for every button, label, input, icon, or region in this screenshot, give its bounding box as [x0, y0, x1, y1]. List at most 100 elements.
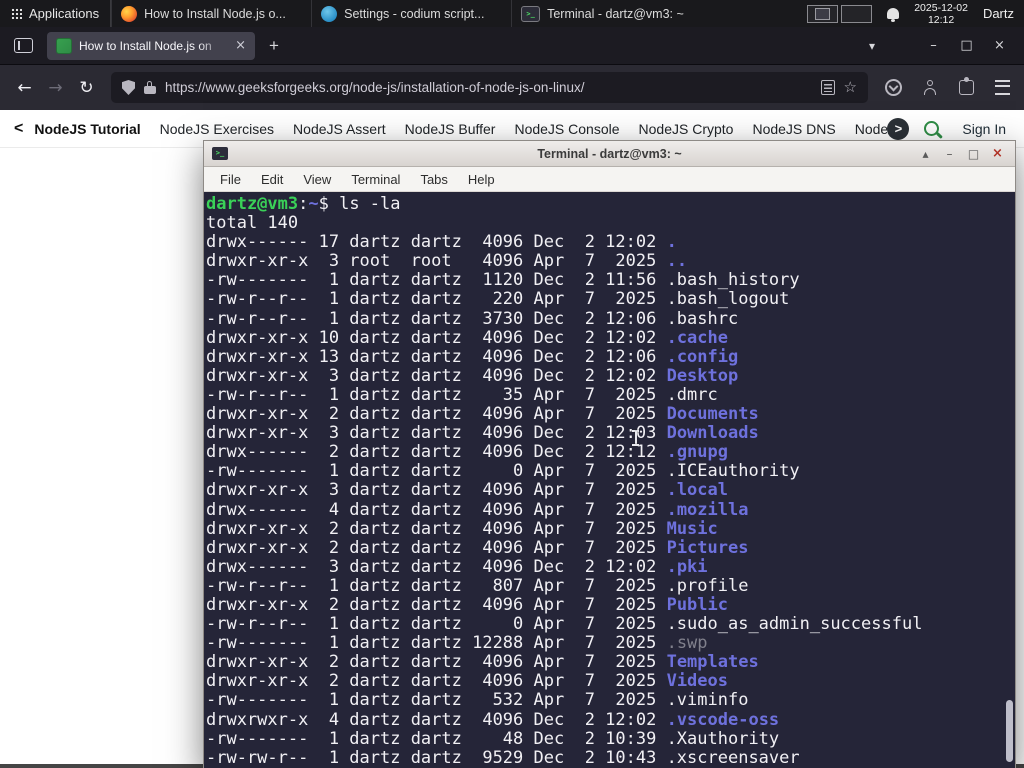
terminal-menu-tabs[interactable]: Tabs [410, 172, 457, 187]
terminal-line: drwxr-xr-x 2 dartz dartz 4096 Apr 7 2025… [206, 652, 759, 673]
terminal-line: drwx------ 3 dartz dartz 4096 Dec 2 12:0… [206, 556, 708, 577]
terminal-maximize-button[interactable]: □ [965, 147, 982, 161]
terminal-content[interactable]: dartz@vm3:~$ ls -la total 140 drwx------ 1… [204, 192, 1015, 768]
url-text[interactable]: https://www.geeksforgeeks.org/node-js/in… [165, 80, 812, 95]
terminal-line: -rw-r--r-- 1 dartz dartz 807 Apr 7 2025 … [206, 575, 749, 596]
terminal-line: -rw------- 1 dartz dartz 532 Apr 7 2025 … [206, 690, 749, 711]
site-nav-item[interactable]: NodeJS Buffer [405, 121, 496, 137]
terminal-menu-file[interactable]: File [210, 172, 251, 187]
applications-menu-button[interactable]: Applications [0, 0, 110, 27]
taskbar-item-codium[interactable]: Settings - codium script... [311, 0, 511, 27]
terminal-line: drwx------ 4 dartz dartz 4096 Apr 7 2025… [206, 499, 749, 520]
terminal-line: -rw-r--r-- 1 dartz dartz 220 Apr 7 2025 … [206, 289, 790, 310]
terminal-line: drwxrwxr-x 4 dartz dartz 4096 Dec 2 12:0… [206, 709, 780, 730]
nav-scroll-right-button[interactable]: > [887, 117, 910, 140]
terminal-close-button[interactable]: × [989, 146, 1006, 161]
workspace-1[interactable] [807, 4, 839, 23]
taskbar-item-label: How to Install Node.js o... [144, 6, 286, 21]
extensions-icon[interactable] [959, 77, 974, 95]
terminal-line: dartz@vm3:~$ ls -la [206, 194, 401, 214]
codium-icon [321, 5, 338, 22]
terminal-line: drwx------ 2 dartz dartz 4096 Dec 2 12:1… [206, 442, 728, 463]
window-close-button[interactable]: × [983, 38, 1016, 53]
lock-icon[interactable] [144, 80, 156, 95]
terminal-line: drwxr-xr-x 3 dartz dartz 4096 Apr 7 2025… [206, 480, 728, 501]
terminal-line: -rw------- 1 dartz dartz 12288 Apr 7 202… [206, 633, 708, 654]
terminal-title: Terminal - dartz@vm3: ~ [537, 146, 682, 161]
browser-window-controls: – □ × [917, 38, 1016, 53]
account-icon[interactable] [923, 80, 938, 95]
tab-title: How to Install Node.js on [79, 38, 212, 53]
terminal-line: -rw------- 1 dartz dartz 48 Dec 2 10:39 … [206, 728, 780, 749]
terminal-line: drwxr-xr-x 2 dartz dartz 4096 Apr 7 2025… [206, 404, 759, 425]
terminal-line: -rw-r--r-- 1 dartz dartz 35 Apr 7 2025 .… [206, 384, 718, 405]
terminal-menu-help[interactable]: Help [458, 172, 505, 187]
terminal-menubar: File Edit View Terminal Tabs Help [204, 167, 1015, 192]
terminal-line: total 140 [206, 213, 299, 234]
terminal-menu-view[interactable]: View [293, 172, 341, 187]
url-bar[interactable]: https://www.geeksforgeeks.org/node-js/in… [111, 72, 868, 103]
taskbar: How to Install Node.js o... Settings - co… [111, 0, 711, 27]
workspace-switcher[interactable] [807, 4, 873, 23]
terminal-icon: >_ [521, 5, 541, 22]
terminal-line: drwxr-xr-x 10 dartz dartz 4096 Dec 2 12:… [206, 327, 728, 348]
site-nav-item[interactable]: Node [855, 121, 888, 137]
forward-button[interactable]: → [40, 73, 71, 103]
terminal-line: drwxr-xr-x 3 dartz dartz 4096 Dec 2 12:0… [206, 423, 759, 444]
firefox-view-icon[interactable] [14, 38, 33, 53]
terminal-titlebar[interactable]: >_ Terminal - dartz@vm3: ~ ▴ – □ × [204, 141, 1015, 167]
terminal-window: >_ Terminal - dartz@vm3: ~ ▴ – □ × File E… [203, 140, 1016, 768]
terminal-menu-terminal[interactable]: Terminal [341, 172, 410, 187]
terminal-line: drwx------ 17 dartz dartz 4096 Dec 2 12:… [206, 232, 677, 253]
new-tab-button[interactable]: + [269, 36, 279, 56]
terminal-menu-edit[interactable]: Edit [251, 172, 293, 187]
notification-bell-icon[interactable] [887, 8, 900, 22]
tab-close-icon[interactable]: × [235, 38, 246, 53]
taskbar-item-firefox[interactable]: How to Install Node.js o... [111, 0, 311, 27]
terminal-line: -rw-r--r-- 1 dartz dartz 3730 Dec 2 12:0… [206, 308, 739, 329]
site-nav-item[interactable]: NodeJS Tutorial [34, 121, 140, 137]
nav-scroll-right-icon: > [894, 121, 903, 136]
reload-button[interactable]: ↻ [71, 73, 102, 103]
tracking-shield-icon[interactable] [122, 80, 135, 95]
panel-username[interactable]: Dartz [983, 6, 1014, 21]
terminal-line: -rw-rw-r-- 1 dartz dartz 9529 Dec 2 10:4… [206, 747, 800, 768]
terminal-output: dartz@vm3:~$ ls -la total 140 drwx------ 1… [206, 194, 1015, 768]
bookmark-star-icon[interactable]: ☆ [844, 80, 857, 95]
geeksforgeeks-favicon [56, 37, 72, 54]
menu-hamburger-icon[interactable] [995, 80, 1010, 95]
site-nav-item[interactable]: NodeJS DNS [752, 121, 835, 137]
clock-date: 2025-12-02 [914, 1, 968, 14]
pocket-save-icon[interactable] [885, 79, 902, 96]
window-minimize-button[interactable]: – [917, 38, 950, 53]
sign-in-button[interactable]: Sign In [958, 121, 1010, 137]
list-all-tabs-icon[interactable]: ▾ [869, 39, 875, 53]
search-icon[interactable] [924, 121, 940, 136]
reader-mode-icon[interactable] [820, 80, 835, 95]
window-restore-button[interactable]: □ [950, 38, 983, 53]
terminal-line: drwxr-xr-x 2 dartz dartz 4096 Apr 7 2025… [206, 671, 728, 692]
clock-time: 12:12 [927, 13, 955, 26]
workspace-2[interactable] [841, 4, 873, 23]
taskbar-item-label: Settings - codium script... [344, 6, 485, 21]
panel-clock[interactable]: 2025-12-02 12:12 [914, 2, 968, 26]
terminal-line: drwxr-xr-x 2 dartz dartz 4096 Apr 7 2025… [206, 537, 749, 558]
terminal-line: -rw------- 1 dartz dartz 0 Apr 7 2025 .I… [206, 461, 800, 482]
browser-tab-active[interactable]: How to Install Node.js on × [47, 31, 255, 60]
site-nav-item[interactable]: NodeJS Exercises [160, 121, 274, 137]
browser-tab-bar: How to Install Node.js on × + ▾ – □ × [0, 27, 1024, 65]
nav-scroll-left-icon[interactable]: < [14, 120, 23, 138]
terminal-minimize-button[interactable]: – [941, 147, 958, 161]
panel-right-area: 2025-12-02 12:12 Dartz [807, 0, 1024, 27]
back-button[interactable]: ← [9, 73, 40, 103]
taskbar-item-terminal[interactable]: >_ Terminal - dartz@vm3: ~ [511, 0, 711, 27]
terminal-shade-button[interactable]: ▴ [917, 147, 934, 161]
site-nav-item[interactable]: NodeJS Crypto [639, 121, 734, 137]
site-nav-right: > Sign In [887, 117, 1010, 140]
terminal-scrollbar-thumb[interactable] [1006, 700, 1013, 762]
terminal-icon: >_ [212, 147, 228, 160]
terminal-line: drwxr-xr-x 2 dartz dartz 4096 Apr 7 2025… [206, 518, 718, 539]
site-nav-item[interactable]: NodeJS Assert [293, 121, 386, 137]
terminal-line: -rw-r--r-- 1 dartz dartz 0 Apr 7 2025 .s… [206, 614, 923, 635]
site-nav-item[interactable]: NodeJS Console [514, 121, 619, 137]
